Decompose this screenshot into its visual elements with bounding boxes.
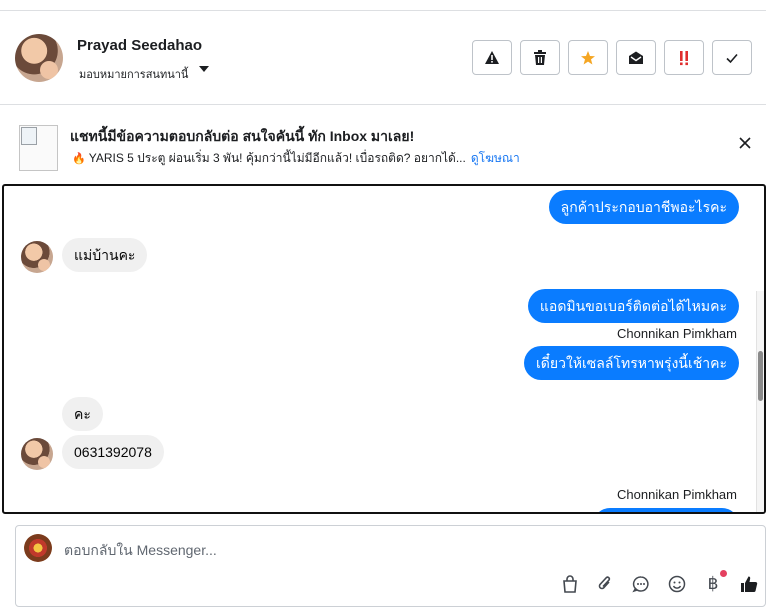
ad-thumbnail-image[interactable] bbox=[19, 125, 58, 171]
ad-title: แชทนี้มีข้อความตอบกลับต่อ สนใจคันนี้ ทัก… bbox=[70, 128, 415, 144]
trash-icon bbox=[534, 49, 546, 65]
message-bubble-incoming[interactable]: แม่บ้านคะ bbox=[62, 238, 148, 272]
follow-up-button[interactable] bbox=[664, 40, 704, 75]
sender-name: Chonnikan Pimkham bbox=[617, 487, 737, 502]
top-strip bbox=[0, 0, 766, 11]
scrollbar-thumb[interactable] bbox=[758, 351, 763, 401]
reply-input[interactable] bbox=[64, 540, 664, 560]
message-bubble-outgoing[interactable]: แอดมินขอเบอร์ติดต่อได้ไหมคะ bbox=[527, 289, 739, 323]
message-bubble-incoming[interactable]: 0631392078 bbox=[62, 435, 164, 469]
message-bubble-outgoing[interactable]: เดี๋ยวให้เซลล์โทรหาพรุ่งนี้เช้าคะ bbox=[524, 346, 739, 380]
contact-avatar-small[interactable] bbox=[21, 438, 53, 470]
reply-composer: ฿ bbox=[15, 525, 766, 607]
mark-unread-button[interactable] bbox=[616, 40, 656, 75]
envelope-open-icon bbox=[629, 51, 643, 64]
warning-icon bbox=[485, 50, 499, 64]
message-bubble-outgoing[interactable]: ลูกค้าประกอบอาชีพอะไรคะ bbox=[548, 190, 739, 224]
page-avatar bbox=[24, 534, 52, 562]
fire-icon: 🔥 bbox=[72, 153, 86, 165]
message-thread[interactable]: ลูกค้าประกอบอาชีพอะไรคะ แม่บ้านคะ แอดมิน… bbox=[2, 184, 766, 514]
thumbs-up-icon[interactable] bbox=[738, 573, 760, 595]
star-button[interactable] bbox=[568, 40, 608, 75]
close-icon[interactable] bbox=[738, 136, 752, 150]
saved-reply-icon[interactable] bbox=[630, 573, 652, 595]
conversation-header: Prayad Seedahao มอบหมายการสนทนานี้ bbox=[0, 11, 766, 105]
message-bubble-incoming[interactable]: คะ bbox=[62, 397, 103, 431]
mark-done-button[interactable] bbox=[712, 40, 752, 75]
scrollbar-track[interactable] bbox=[756, 291, 764, 512]
checkmark-icon bbox=[726, 53, 738, 63]
double-exclamation-icon bbox=[680, 50, 688, 65]
contact-avatar-small[interactable] bbox=[21, 241, 53, 273]
view-ad-link[interactable]: ดูโฆษณา bbox=[471, 151, 520, 165]
sender-name: Chonnikan Pimkham bbox=[617, 326, 737, 341]
shopping-bag-icon[interactable] bbox=[559, 573, 581, 595]
assign-conversation-label[interactable]: มอบหมายการสนทนานี้ bbox=[79, 65, 188, 83]
message-bubble-outgoing-partial[interactable] bbox=[593, 508, 739, 512]
emoji-icon[interactable] bbox=[666, 573, 688, 595]
contact-avatar[interactable] bbox=[15, 34, 63, 82]
ad-banner: แชทนี้มีข้อความตอบกลับต่อ สนใจคันนี้ ทัก… bbox=[0, 106, 766, 184]
ad-text: YARIS 5 ประตู ผ่อนเริ่ม 3 พัน! คุ้มกว่าน… bbox=[88, 151, 466, 165]
paperclip-icon[interactable] bbox=[594, 573, 616, 595]
report-spam-button[interactable] bbox=[472, 40, 512, 75]
notification-dot bbox=[720, 570, 727, 577]
delete-button[interactable] bbox=[520, 40, 560, 75]
contact-name[interactable]: Prayad Seedahao bbox=[77, 37, 202, 54]
chevron-down-icon[interactable] bbox=[199, 66, 209, 72]
ad-description: 🔥 YARIS 5 ประตู ผ่อนเริ่ม 3 พัน! คุ้มกว่า… bbox=[72, 149, 520, 168]
star-icon bbox=[581, 50, 595, 64]
